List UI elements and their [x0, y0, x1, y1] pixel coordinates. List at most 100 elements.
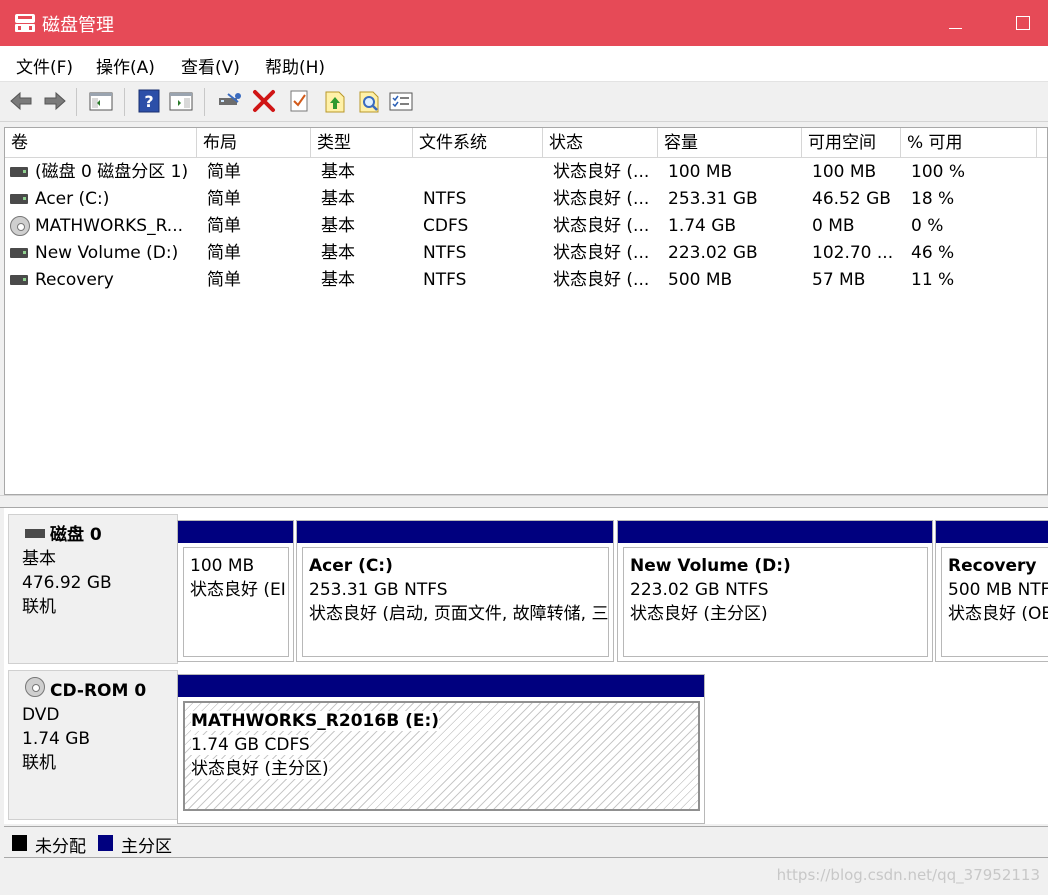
column-capacity[interactable]: 容量 — [658, 128, 802, 158]
partition-status: 状态良好 (OE — [948, 604, 1048, 624]
disk-0-size: 476.92 GB — [22, 573, 112, 593]
status-bar: https://blog.csdn.net/qq_37952113 — [0, 858, 1048, 895]
partition-bar — [178, 521, 293, 543]
volume-filesystem: NTFS — [423, 243, 467, 263]
disk-0-label[interactable]: 磁盘 0 基本 476.92 GB 联机 — [8, 514, 178, 664]
volume-row[interactable]: Recovery 简单 基本 NTFS 状态良好 (... 500 MB 57 … — [5, 267, 1047, 294]
disk-0-name: 磁盘 0 — [50, 525, 102, 545]
partition-status: 状态良好 (主分区) — [191, 759, 329, 779]
menu-view[interactable]: 查看(V) — [181, 53, 240, 78]
partition-name: Acer (C:) — [309, 556, 393, 576]
column-type[interactable]: 类型 — [311, 128, 413, 158]
partition-bar — [297, 521, 613, 543]
toolbar-separator — [124, 88, 125, 116]
volume-layout: 简单 — [207, 162, 241, 182]
partition-acer-c[interactable]: Acer (C:) 253.31 GB NTFS 状态良好 (启动, 页面文件,… — [296, 520, 614, 662]
volume-free-space: 102.70 ... — [812, 243, 894, 263]
title-bar: 磁盘管理 — [0, 0, 1048, 46]
partition-mathworks-e[interactable]: MATHWORKS_R2016B (E:) 1.74 GB CDFS 状态良好 … — [177, 674, 705, 824]
disk-management-app-icon — [15, 14, 35, 32]
partition-name: Recovery — [948, 556, 1037, 576]
column-volume[interactable]: 卷 — [5, 128, 197, 158]
volume-free-space: 100 MB — [812, 162, 877, 182]
disk-graphical-view: 磁盘 0 基本 476.92 GB 联机 100 MB 状态良好 (EI Ace… — [4, 508, 1048, 824]
partition-detail: 223.02 GB NTFS — [630, 580, 769, 600]
volume-list[interactable]: 卷 布局 类型 文件系统 状态 容量 可用空间 % 可用 (磁盘 0 磁盘分区 … — [4, 127, 1048, 495]
volume-status: 状态良好 (... — [553, 270, 650, 290]
volume-capacity: 500 MB — [668, 270, 733, 290]
back-arrow-icon[interactable] — [8, 88, 34, 114]
show-hide-icon[interactable] — [168, 88, 194, 114]
list-view-icon[interactable] — [388, 88, 414, 114]
column-status[interactable]: 状态 — [543, 128, 658, 158]
svg-text:?: ? — [144, 92, 153, 111]
volume-name: (磁盘 0 磁盘分区 1) — [35, 162, 189, 182]
partition-detail-row: 1.74 GB CDFS — [191, 733, 698, 757]
volume-type: 基本 — [321, 162, 355, 182]
volume-type: 基本 — [321, 216, 355, 236]
partition-detail: 500 MB NTF — [948, 580, 1048, 600]
volume-filesystem: CDFS — [423, 216, 469, 236]
partition-bar — [618, 521, 932, 543]
volume-type: 基本 — [321, 189, 355, 209]
console-tree-icon[interactable] — [88, 88, 114, 114]
volume-capacity: 253.31 GB — [668, 189, 758, 209]
properties-icon[interactable] — [286, 88, 312, 114]
window-title: 磁盘管理 — [42, 15, 114, 36]
partition-bar — [178, 675, 704, 697]
minimize-button[interactable] — [940, 10, 970, 36]
volume-row[interactable]: (磁盘 0 磁盘分区 1) 简单 基本 状态良好 (... 100 MB 100… — [5, 159, 1047, 186]
volume-type: 基本 — [321, 270, 355, 290]
volume-percent-free: 0 % — [911, 216, 944, 236]
partition-recovery[interactable]: Recovery 500 MB NTF 状态良好 (OE — [935, 520, 1048, 662]
volume-row[interactable]: New Volume (D:) 简单 基本 NTFS 状态良好 (... 223… — [5, 240, 1047, 267]
legend-unallocated: 未分配 — [35, 837, 86, 857]
volume-layout: 简单 — [207, 216, 241, 236]
partition-info: 100 MB 状态良好 (EI — [183, 547, 289, 657]
volume-percent-free: 46 % — [911, 243, 955, 263]
maximize-button[interactable] — [1008, 10, 1038, 36]
disk-icon — [25, 529, 45, 538]
pane-splitter[interactable] — [0, 495, 1048, 508]
toolbar-separator — [204, 88, 205, 116]
help-icon[interactable]: ? — [136, 88, 162, 114]
disk-0-name-row: 磁盘 0 — [22, 523, 177, 547]
connect-drive-icon[interactable] — [216, 88, 242, 114]
volume-type: 基本 — [321, 243, 355, 263]
menu-file[interactable]: 文件(F) — [16, 53, 73, 78]
unallocated-swatch — [12, 835, 27, 851]
disk-0-state: 联机 — [22, 597, 56, 617]
watermark: https://blog.csdn.net/qq_37952113 — [776, 866, 1040, 884]
volume-status: 状态良好 (... — [553, 216, 650, 236]
export-icon[interactable] — [322, 88, 348, 114]
volume-percent-free: 100 % — [911, 162, 966, 182]
partition-efi[interactable]: 100 MB 状态良好 (EI — [177, 520, 294, 662]
partition-info: Recovery 500 MB NTF 状态良好 (OE — [941, 547, 1048, 657]
menu-action[interactable]: 操作(A) — [96, 53, 155, 78]
volume-name: Acer (C:) — [35, 189, 110, 209]
search-icon[interactable] — [356, 88, 382, 114]
partition-status: 状态良好 (EI — [190, 580, 286, 600]
volume-status: 状态良好 (... — [553, 162, 650, 182]
partition-status-row: 状态良好 (主分区) — [191, 757, 698, 781]
volume-row[interactable]: MATHWORKS_R... 简单 基本 CDFS 状态良好 (... 1.74… — [5, 213, 1047, 240]
partition-new-volume-d[interactable]: New Volume (D:) 223.02 GB NTFS 状态良好 (主分区… — [617, 520, 933, 662]
minimize-icon — [948, 27, 962, 30]
column-free-space[interactable]: 可用空间 — [802, 128, 901, 158]
volume-row[interactable]: Acer (C:) 简单 基本 NTFS 状态良好 (... 253.31 GB… — [5, 186, 1047, 213]
menu-help[interactable]: 帮助(H) — [265, 53, 325, 78]
delete-icon[interactable] — [251, 88, 277, 114]
column-filesystem[interactable]: 文件系统 — [413, 128, 543, 158]
volume-capacity: 100 MB — [668, 162, 733, 182]
partition-name-row: MATHWORKS_R2016B (E:) — [191, 709, 698, 733]
partition-name: New Volume (D:) — [630, 556, 791, 576]
legend-primary: 主分区 — [121, 837, 172, 857]
cd-rom-0-label[interactable]: CD-ROM 0 DVD 1.74 GB 联机 — [8, 670, 178, 820]
legend: 未分配 主分区 — [4, 826, 1048, 858]
partition-detail: 253.31 GB NTFS — [309, 580, 448, 600]
forward-arrow-icon[interactable] — [42, 88, 68, 114]
column-percent-free[interactable]: % 可用 — [901, 128, 1037, 158]
partition-status: 状态良好 (启动, 页面文件, 故障转储, 三 — [309, 604, 609, 624]
volume-status: 状态良好 (... — [553, 189, 650, 209]
column-layout[interactable]: 布局 — [197, 128, 311, 158]
